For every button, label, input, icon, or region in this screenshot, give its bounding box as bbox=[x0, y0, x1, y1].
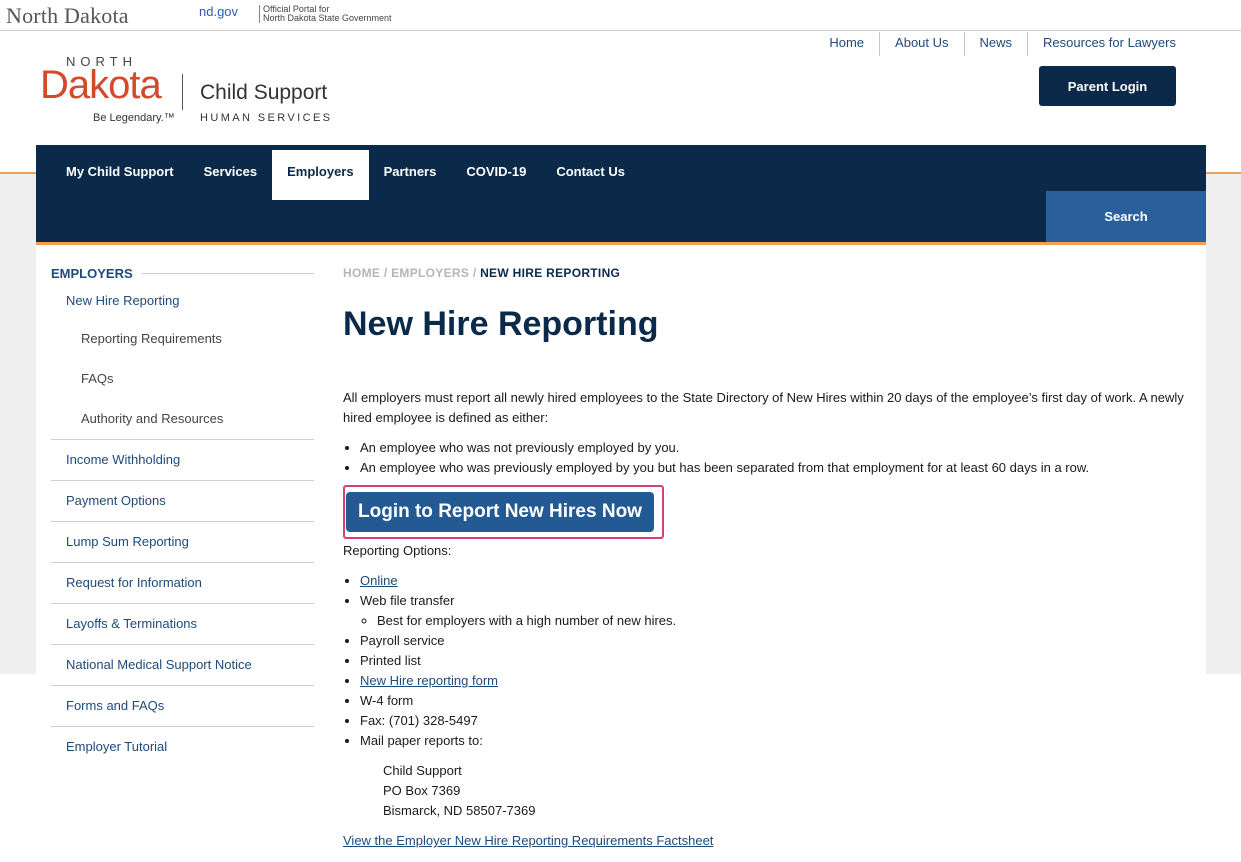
page-title: New Hire Reporting bbox=[343, 305, 659, 343]
list-item: New Hire reporting form bbox=[360, 671, 1193, 691]
sidebar-item-payment-options[interactable]: Payment Options bbox=[51, 481, 314, 522]
sidebar-heading-rule bbox=[140, 272, 314, 274]
new-hire-reporting-form-link[interactable]: New Hire reporting form bbox=[360, 673, 498, 688]
list-item: Web file transfer Best for employers wit… bbox=[360, 591, 1193, 631]
sidebar-item-new-hire-reporting[interactable]: New Hire Reporting bbox=[51, 283, 314, 319]
parent-login-button[interactable]: Parent Login bbox=[1039, 66, 1176, 106]
sidebar: EMPLOYERS New Hire Reporting Reporting R… bbox=[51, 263, 314, 767]
nav-tab-partners[interactable]: Partners bbox=[369, 150, 452, 200]
nav-tab-covid-19[interactable]: COVID-19 bbox=[451, 150, 541, 200]
portal-description: Official Portal for North Dakota State G… bbox=[259, 5, 392, 23]
sidebar-subitem-reporting-requirements[interactable]: Reporting Requirements bbox=[51, 319, 314, 359]
utility-link-resources-for-lawyers[interactable]: Resources for Lawyers bbox=[1027, 32, 1176, 56]
nav-tab-contact-us[interactable]: Contact Us bbox=[541, 150, 640, 200]
state-portal-bar: North Dakota nd.gov Official Portal for … bbox=[0, 0, 1241, 31]
sidebar-item-employer-tutorial[interactable]: Employer Tutorial bbox=[51, 727, 314, 767]
address-line: Bismarck, ND 58507-7369 bbox=[383, 803, 536, 818]
search-button[interactable]: Search bbox=[1046, 191, 1206, 242]
nav-tab-services[interactable]: Services bbox=[189, 150, 273, 200]
mailing-address: Child Support PO Box 7369 Bismarck, ND 5… bbox=[383, 761, 1193, 821]
reporting-options-label: Reporting Options: bbox=[343, 543, 452, 558]
ndgov-link[interactable]: nd.gov bbox=[199, 4, 238, 19]
content-area: EMPLOYERS New Hire Reporting Reporting R… bbox=[36, 245, 1206, 862]
list-item: Online bbox=[360, 571, 1193, 591]
state-name[interactable]: North Dakota bbox=[6, 3, 129, 29]
main-nav: My Child Support Services Employers Part… bbox=[36, 145, 1206, 245]
sidebar-item-layoffs-terminations[interactable]: Layoffs & Terminations bbox=[51, 604, 314, 645]
logo-program-name: Child Support bbox=[200, 81, 328, 104]
breadcrumb-home[interactable]: HOME bbox=[343, 266, 380, 280]
address-line: Child Support bbox=[383, 763, 462, 778]
list-item: An employee who was previously employed … bbox=[360, 458, 1193, 478]
definition-list: An employee who was not previously emplo… bbox=[343, 438, 1193, 478]
sidebar-subitem-authority-and-resources[interactable]: Authority and Resources bbox=[51, 399, 314, 440]
nav-tab-my-child-support[interactable]: My Child Support bbox=[51, 150, 189, 200]
sidebar-item-forms-and-faqs[interactable]: Forms and FAQs bbox=[51, 686, 314, 727]
nav-tab-employers[interactable]: Employers bbox=[272, 150, 369, 200]
sidebar-heading: EMPLOYERS bbox=[51, 263, 314, 283]
utility-link-news[interactable]: News bbox=[963, 32, 1028, 56]
breadcrumb-employers[interactable]: EMPLOYERS bbox=[391, 266, 469, 280]
sidebar-item-income-withholding[interactable]: Income Withholding bbox=[51, 440, 314, 481]
sidebar-heading-label[interactable]: EMPLOYERS bbox=[51, 266, 133, 281]
list-item: Best for employers with a high number of… bbox=[377, 611, 1193, 631]
list-item: W-4 form bbox=[360, 691, 1193, 711]
breadcrumb-separator: / bbox=[383, 266, 388, 280]
reporting-options-list: Online Web file transfer Best for employ… bbox=[343, 571, 1193, 751]
list-item: Mail paper reports to: bbox=[360, 731, 1193, 751]
sidebar-item-request-for-information[interactable]: Request for Information bbox=[51, 563, 314, 604]
breadcrumb-current: NEW HIRE REPORTING bbox=[480, 266, 621, 280]
utility-link-home[interactable]: Home bbox=[814, 32, 879, 56]
breadcrumb-separator: / bbox=[472, 266, 477, 280]
breadcrumb: HOME / EMPLOYERS / NEW HIRE REPORTING bbox=[343, 263, 1193, 283]
sidebar-item-national-medical-support-notice[interactable]: National Medical Support Notice bbox=[51, 645, 314, 686]
cta-highlight: Login to Report New Hires Now bbox=[343, 485, 664, 539]
logo-divider bbox=[182, 74, 183, 110]
factsheet-link[interactable]: View the Employer New Hire Reporting Req… bbox=[343, 831, 713, 851]
online-link[interactable]: Online bbox=[360, 573, 398, 588]
utility-link-about-us[interactable]: About Us bbox=[879, 32, 963, 56]
list-item: Fax: (701) 328-5497 bbox=[360, 711, 1193, 731]
sidebar-subitem-faqs[interactable]: FAQs bbox=[51, 359, 314, 399]
main-content: HOME / EMPLOYERS / NEW HIRE REPORTING Ne… bbox=[343, 263, 1193, 851]
web-transfer-sublist: Best for employers with a high number of… bbox=[360, 611, 1193, 631]
login-to-report-new-hires-button[interactable]: Login to Report New Hires Now bbox=[346, 492, 654, 532]
utility-nav: Home About Us News Resources for Lawyers bbox=[814, 32, 1176, 56]
list-item: Printed list bbox=[360, 651, 1193, 671]
list-item: An employee who was not previously emplo… bbox=[360, 438, 1193, 458]
sidebar-item-lump-sum-reporting[interactable]: Lump Sum Reporting bbox=[51, 522, 314, 563]
logo-department: HUMAN SERVICES bbox=[200, 112, 333, 124]
address-line: PO Box 7369 bbox=[383, 783, 461, 798]
logo-tagline: Be Legendary.™ bbox=[93, 112, 175, 124]
logo-dakota: Dakota bbox=[40, 63, 162, 107]
intro-paragraph: All employers must report all newly hire… bbox=[343, 390, 1184, 425]
main-nav-tabs: My Child Support Services Employers Part… bbox=[51, 150, 640, 200]
list-item: Payroll service bbox=[360, 631, 1193, 651]
